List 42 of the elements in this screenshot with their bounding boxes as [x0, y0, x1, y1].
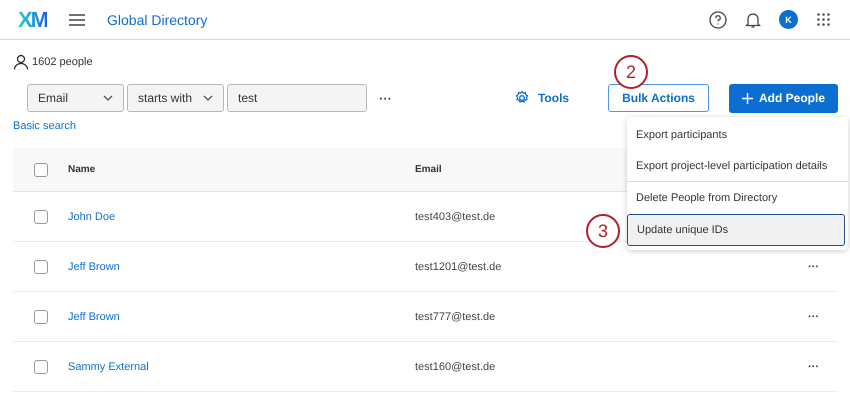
person-icon — [13, 54, 29, 70]
chevron-icon — [203, 95, 213, 101]
person-name-link[interactable]: Jeff Brown — [68, 260, 415, 272]
menu-item[interactable]: Update unique IDs — [627, 214, 845, 246]
row-actions-button[interactable]: ··· — [808, 360, 838, 372]
menu-icon[interactable] — [69, 14, 85, 26]
person-name-link[interactable]: John Doe — [68, 210, 415, 222]
search-field[interactable]: test — [227, 84, 367, 112]
page-title: Global Directory — [107, 12, 208, 28]
app-grid-icon[interactable] — [816, 12, 832, 28]
person-name-link[interactable]: Sammy External — [68, 360, 415, 372]
menu-item[interactable]: Export participants — [627, 119, 848, 151]
person-name-link[interactable]: Jeff Brown — [68, 310, 415, 322]
select-all-checkbox[interactable] — [34, 162, 48, 176]
people-count: 1602 people — [32, 56, 93, 68]
email-cell-text: test160@test.de — [415, 360, 496, 372]
user-avatar[interactable]: K — [779, 10, 798, 29]
column-header[interactable]: Name — [68, 164, 415, 175]
row-checkbox[interactable] — [34, 210, 48, 224]
help-icon[interactable] — [709, 10, 727, 28]
plus-icon — [742, 92, 753, 104]
tools-button[interactable]: Tools — [508, 89, 576, 107]
step-number-callout: 2 — [614, 55, 648, 89]
bell-icon[interactable] — [745, 10, 761, 28]
row-checkbox[interactable] — [34, 260, 48, 274]
row-checkbox[interactable] — [34, 310, 48, 324]
bulk-actions-button[interactable]: Bulk Actions — [608, 84, 709, 112]
step-number-callout: 3 — [586, 214, 620, 248]
operator-dropdown[interactable]: starts with — [127, 84, 224, 112]
email-cell-text: test1201@test.de — [415, 260, 502, 272]
more-options-button[interactable]: ··· — [379, 90, 392, 106]
row-actions-button[interactable]: ··· — [808, 310, 838, 322]
row-checkbox[interactable] — [34, 360, 48, 374]
chevron-icon — [103, 95, 113, 101]
basic-search-link[interactable]: Basic search — [13, 120, 76, 132]
email-cell-text: test403@test.de — [415, 210, 496, 222]
menu-item[interactable]: Export project-level participation details — [627, 151, 848, 182]
menu-item[interactable]: Delete People from Directory — [627, 182, 848, 214]
field-dropdown[interactable]: Email — [27, 84, 124, 112]
add-people-button[interactable]: Add People — [728, 84, 838, 112]
email-cell-text: test777@test.de — [415, 310, 496, 322]
row-actions-button[interactable]: ··· — [808, 260, 838, 272]
